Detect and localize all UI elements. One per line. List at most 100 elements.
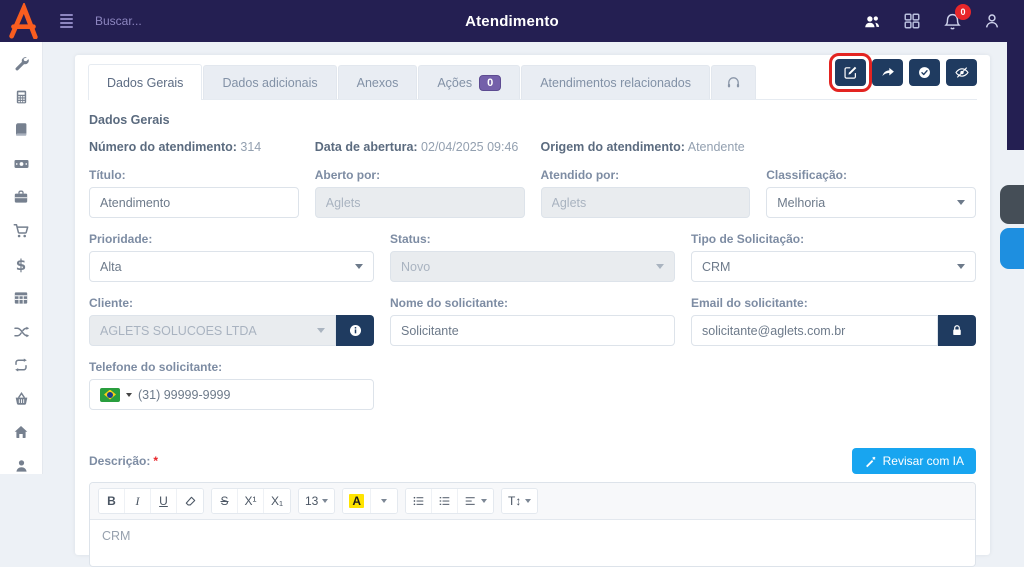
eye-slash-icon xyxy=(954,65,970,80)
calculator-icon[interactable] xyxy=(13,89,30,106)
tab-acoes[interactable]: Ações0 xyxy=(418,65,520,99)
data-abertura: Data de abertura: 02/04/2025 09:46 xyxy=(315,140,525,154)
classificacao-select[interactable]: Melhoria xyxy=(766,187,976,218)
headphones-icon xyxy=(726,75,741,90)
book-icon[interactable] xyxy=(13,122,30,139)
email-lock-button[interactable] xyxy=(938,315,976,346)
required-asterisk: * xyxy=(153,454,158,468)
shopping-cart-icon[interactable] xyxy=(13,223,30,240)
home-icon[interactable] xyxy=(13,424,30,441)
forward-button[interactable] xyxy=(872,59,903,86)
prioridade-select[interactable]: Alta xyxy=(89,251,374,282)
font-size-button[interactable]: 13 xyxy=(299,489,334,513)
check-circle-icon xyxy=(917,65,932,80)
chevron-down-icon xyxy=(381,499,387,503)
numbered-list-icon xyxy=(438,495,451,507)
nome-solicitante-field: Nome do solicitante: xyxy=(390,296,675,346)
tipo-solicitacao-select[interactable]: CRM xyxy=(691,251,976,282)
meta-row: Número do atendimento: 314 Data de abert… xyxy=(89,140,976,154)
chevron-down-icon xyxy=(656,264,664,269)
table-icon[interactable] xyxy=(13,290,30,307)
atendido-por-field: Atendido por: xyxy=(541,168,751,218)
clear-format-button[interactable] xyxy=(177,489,203,513)
lock-icon xyxy=(950,323,964,338)
nome-solicitante-input[interactable] xyxy=(390,315,675,346)
notification-badge: 0 xyxy=(955,4,971,20)
brazil-flag-icon[interactable] xyxy=(100,388,120,402)
info-icon xyxy=(348,323,363,338)
cliente-field: Cliente: AGLETS SOLUCOES LTDA xyxy=(89,296,374,346)
tab-anexos[interactable]: Anexos xyxy=(338,65,418,99)
descricao-label: Descrição:* xyxy=(89,454,158,468)
telefone-input-wrapper xyxy=(89,379,374,410)
bold-button[interactable]: B xyxy=(99,489,125,513)
app-logo[interactable] xyxy=(0,0,46,42)
revisar-com-ia-button[interactable]: Revisar com IA xyxy=(852,448,976,474)
forward-arrow-icon xyxy=(880,65,896,80)
email-solicitante-input[interactable] xyxy=(691,315,938,346)
tab-headset[interactable] xyxy=(711,65,756,99)
align-left-icon xyxy=(464,495,477,507)
shuffle-icon[interactable] xyxy=(13,324,30,341)
cliente-select: AGLETS SOLUCOES LTDA xyxy=(89,315,336,346)
section-title: Dados Gerais xyxy=(89,113,976,127)
color-dropdown-button[interactable] xyxy=(371,489,397,513)
line-height-button[interactable]: T↕ xyxy=(502,489,537,513)
left-sidebar: $ xyxy=(0,42,42,474)
telefone-solicitante-field: Telefone do solicitante: xyxy=(89,360,374,410)
ordered-list-button[interactable] xyxy=(432,489,458,513)
tipo-solicitacao-field: Tipo de Solicitação: CRM xyxy=(691,232,976,282)
dollar-sign-icon[interactable]: $ xyxy=(13,256,30,273)
edit-button[interactable] xyxy=(835,59,866,86)
tab-dados-gerais[interactable]: Dados Gerais xyxy=(88,64,202,100)
paragraph-align-button[interactable] xyxy=(458,489,493,513)
titulo-input[interactable] xyxy=(89,187,299,218)
atendido-por-input xyxy=(541,187,751,218)
classificacao-field: Classificação: Melhoria xyxy=(766,168,976,218)
strikethrough-button[interactable]: S xyxy=(212,489,238,513)
shopping-basket-icon[interactable] xyxy=(13,391,30,408)
descricao-editor: B I U S X¹ X₁ 13 A xyxy=(89,482,976,567)
italic-button[interactable]: I xyxy=(125,489,151,513)
chevron-down-icon xyxy=(525,499,531,503)
cliente-info-button[interactable] xyxy=(336,315,374,346)
repeat-icon[interactable] xyxy=(13,357,30,374)
titulo-field: Título: xyxy=(89,168,299,218)
aberto-por-field: Aberto por: xyxy=(315,168,525,218)
numero-atendimento: Número do atendimento: 314 xyxy=(89,140,299,154)
user-icon[interactable] xyxy=(13,458,30,475)
status-field: Status: Novo xyxy=(390,232,675,282)
chevron-down-icon xyxy=(957,200,965,205)
user-profile-icon[interactable] xyxy=(982,11,1002,31)
money-bill-icon[interactable] xyxy=(13,156,30,173)
unordered-list-button[interactable] xyxy=(406,489,432,513)
briefcase-icon[interactable] xyxy=(13,189,30,206)
superscript-button[interactable]: X¹ xyxy=(238,489,264,513)
chevron-down-icon xyxy=(355,264,363,269)
search-input[interactable] xyxy=(95,14,255,28)
menu-toggle-icon[interactable] xyxy=(60,14,73,28)
notifications-bell-icon[interactable]: 0 xyxy=(942,11,962,31)
edit-pencil-icon xyxy=(843,65,858,80)
wrench-icon[interactable] xyxy=(13,55,30,72)
descricao-content[interactable]: CRM xyxy=(90,520,975,566)
chevron-down-icon[interactable] xyxy=(126,393,132,397)
users-icon[interactable] xyxy=(862,11,882,31)
telefone-input[interactable] xyxy=(138,388,288,402)
chevron-down-icon xyxy=(322,499,328,503)
underline-button[interactable]: U xyxy=(151,489,177,513)
card-action-buttons xyxy=(835,59,977,86)
tab-atendimentos-relacionados[interactable]: Atendimentos relacionados xyxy=(521,65,710,99)
side-tab-blue[interactable] xyxy=(1000,228,1024,269)
tab-dados-adicionais[interactable]: Dados adicionais xyxy=(203,65,336,99)
editor-toolbar: B I U S X¹ X₁ 13 A xyxy=(90,483,975,520)
text-color-button[interactable]: A xyxy=(343,489,371,513)
origem-atendimento: Origem do atendimento: Atendente xyxy=(541,140,751,154)
email-solicitante-field: Email do solicitante: xyxy=(691,296,976,346)
tabs-bar: Dados Gerais Dados adicionais Anexos Açõ… xyxy=(88,55,977,100)
visibility-button[interactable] xyxy=(946,59,977,86)
apps-grid-icon[interactable] xyxy=(902,11,922,31)
subscript-button[interactable]: X₁ xyxy=(264,489,290,513)
side-tab-dark[interactable] xyxy=(1000,185,1024,224)
approve-button[interactable] xyxy=(909,59,940,86)
